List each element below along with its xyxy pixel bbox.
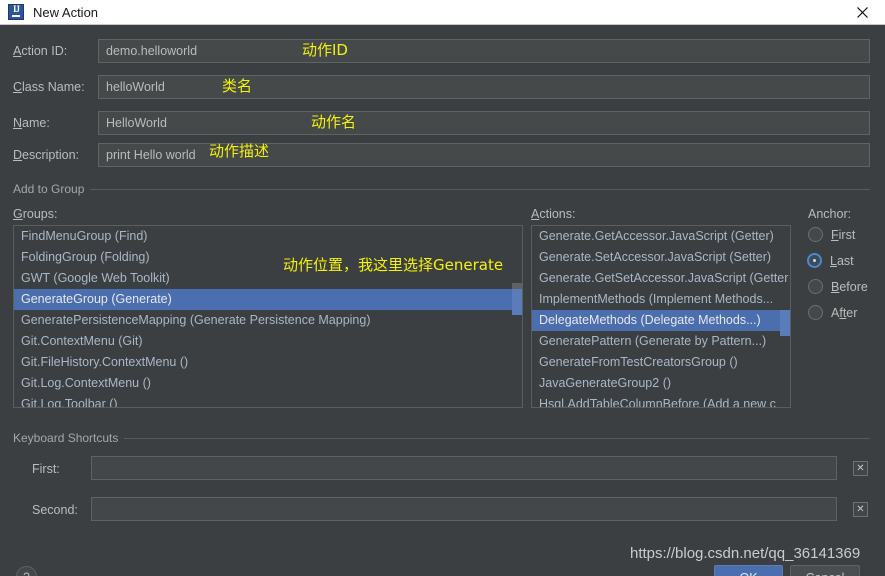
radio-label-first: First (831, 228, 855, 242)
list-item-selected[interactable]: GenerateGroup (Generate) (14, 289, 522, 310)
anchor-label: Anchor: (808, 207, 852, 221)
mnemonic-l: L (830, 253, 837, 268)
list-item[interactable]: Generate.GetSetAccessor.JavaScript (Gett… (532, 268, 790, 289)
radio-label-last-rest: ast (836, 253, 854, 268)
list-item[interactable]: Git.FileHistory.ContextMenu () (14, 352, 522, 373)
clear-first-shortcut-icon[interactable]: ✕ (853, 461, 868, 476)
form-row-class-name: Class Name: helloWorld (0, 75, 885, 99)
list-item[interactable]: Generate.GetAccessor.JavaScript (Getter) (532, 226, 790, 247)
radio-label-after-rest: er (846, 305, 858, 320)
radio-last[interactable]: Last (807, 253, 854, 268)
second-shortcut-label: Second: (32, 503, 78, 517)
list-item[interactable]: GWT (Google Web Toolkit) (14, 268, 522, 289)
form-row-name: Name: HelloWorld (0, 111, 885, 135)
list-item[interactable]: Git.ContextMenu (Git) (14, 331, 522, 352)
mnemonic-f: F (831, 227, 839, 242)
actions-listbox[interactable]: Generate.GetAccessor.JavaScript (Getter)… (531, 225, 791, 408)
actions-label-rest: ctions: (539, 207, 576, 221)
mnemonic-d: D (13, 148, 23, 162)
window-title: New Action (33, 4, 99, 20)
list-item[interactable]: JavaGenerateGroup2 () (532, 373, 790, 394)
list-item[interactable]: Git.Log.Toolbar () (14, 394, 522, 407)
groups-scrollbar-thumb[interactable] (512, 289, 522, 315)
mnemonic-n: N (13, 116, 23, 130)
separator-line (90, 188, 870, 190)
radio-after[interactable]: After (808, 305, 857, 320)
groups-list-inner: FindMenuGroup (Find) FoldingGroup (Foldi… (14, 226, 522, 407)
new-action-dialog: Action ID: demo.helloworld Class Name: h… (0, 25, 885, 576)
list-item[interactable]: GeneratePattern (Generate by Pattern...) (532, 331, 790, 352)
label-class-name: Class Name: (0, 80, 98, 94)
list-item[interactable]: FoldingGroup (Folding) (14, 247, 522, 268)
radio-label-before: Before (831, 280, 868, 294)
radio-circle-after[interactable] (808, 305, 823, 320)
list-item[interactable]: Git.Log.ContextMenu () (14, 373, 522, 394)
label-action-id: Action ID: (0, 44, 98, 58)
actions-list-inner: Generate.GetAccessor.JavaScript (Getter)… (532, 226, 790, 407)
class-name-input[interactable]: helloWorld (98, 75, 870, 99)
radio-circle-last[interactable] (807, 253, 822, 268)
label-class-name-rest: lass Name: (22, 80, 85, 94)
label-name: Name: (0, 116, 98, 130)
list-item[interactable]: GeneratePersistenceMapping (Generate Per… (14, 310, 522, 331)
keyboard-shortcuts-title: Keyboard Shortcuts (13, 431, 119, 445)
radio-label-before-rest: efore (839, 279, 868, 294)
list-item-selected[interactable]: DelegateMethods (Delegate Methods...) (532, 310, 790, 331)
radio-before[interactable]: Before (808, 279, 868, 294)
groups-listbox[interactable]: FindMenuGroup (Find) FoldingGroup (Foldi… (13, 225, 523, 408)
radio-first[interactable]: First (808, 227, 855, 242)
name-input[interactable]: HelloWorld (98, 111, 870, 135)
groups-label: Groups: (13, 207, 57, 221)
keyboard-shortcuts-separator: Keyboard Shortcuts (0, 430, 885, 446)
ok-button[interactable]: OK (714, 565, 783, 576)
mnemonic-c: C (13, 80, 23, 94)
action-id-input[interactable]: demo.helloworld (98, 39, 870, 63)
label-description: Description: (0, 148, 98, 162)
list-item[interactable]: Hsql.AddTableColumnBefore (Add a new c (532, 394, 790, 407)
list-item[interactable]: GenerateFromTestCreatorsGroup () (532, 352, 790, 373)
label-description-rest: escription: (22, 148, 80, 162)
description-input[interactable]: print Hello world (98, 143, 870, 167)
list-item[interactable]: FindMenuGroup (Find) (14, 226, 522, 247)
list-item[interactable]: Generate.SetAccessor.JavaScript (Setter) (532, 247, 790, 268)
label-action-id-rest: ction ID: (21, 44, 68, 58)
list-item[interactable]: ImplementMethods (Implement Methods... (532, 289, 790, 310)
close-icon[interactable] (839, 0, 885, 24)
actions-scrollbar-thumb[interactable] (780, 310, 790, 336)
groups-label-rest: roups: (22, 207, 58, 221)
form-row-description: Description: print Hello world (0, 143, 885, 167)
radio-label-last: Last (830, 254, 854, 268)
radio-label-first-rest: irst (838, 227, 856, 242)
cancel-button[interactable]: Cancel (790, 565, 860, 576)
second-shortcut-input[interactable] (91, 497, 837, 521)
first-shortcut-label: First: (32, 462, 60, 476)
mnemonic-g: G (13, 207, 23, 221)
actions-label: Actions: (531, 207, 575, 221)
add-to-group-separator: Add to Group (0, 181, 885, 197)
label-name-rest: ame: (22, 116, 50, 130)
title-bar: New Action (0, 0, 885, 25)
radio-label-after: After (831, 306, 857, 320)
clear-second-shortcut-icon[interactable]: ✕ (853, 502, 868, 517)
separator-line-2 (124, 437, 870, 439)
radio-circle-before[interactable] (808, 279, 823, 294)
first-shortcut-input[interactable] (91, 456, 837, 480)
form-row-action-id: Action ID: demo.helloworld (0, 39, 885, 63)
help-button[interactable]: ? (16, 566, 37, 576)
intellij-idea-icon (8, 4, 24, 20)
radio-circle-first[interactable] (808, 227, 823, 242)
add-to-group-title: Add to Group (13, 182, 85, 196)
